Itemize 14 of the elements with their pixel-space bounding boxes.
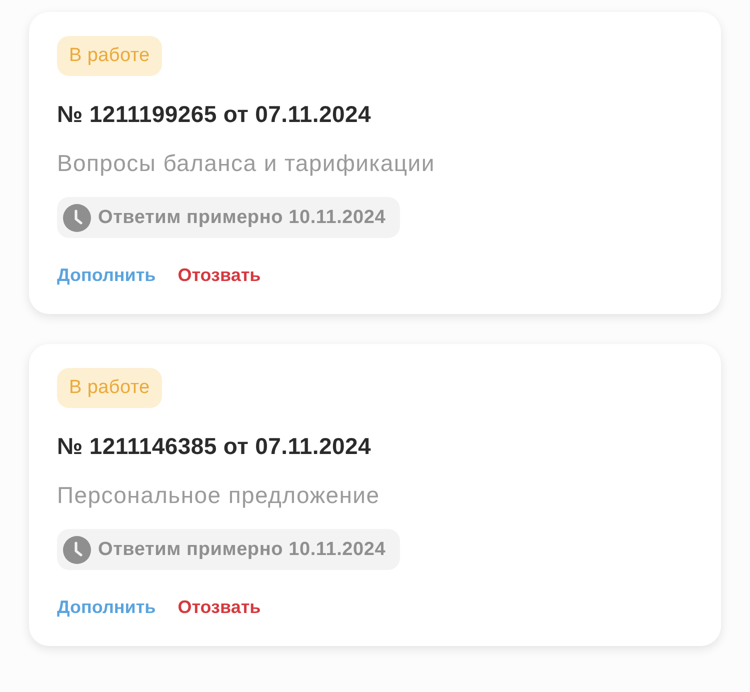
withdraw-link[interactable]: Отозвать <box>178 596 261 618</box>
eta-text: Ответим примерно 10.11.2024 <box>98 538 386 560</box>
clock-icon <box>63 536 91 564</box>
request-topic: Вопросы баланса и тарификации <box>57 149 435 177</box>
status-badge: В работе <box>57 36 162 76</box>
withdraw-link[interactable]: Отозвать <box>178 264 261 286</box>
add-link[interactable]: Дополнить <box>57 596 156 618</box>
eta-text: Ответим примерно 10.11.2024 <box>98 206 386 228</box>
request-title: № 1211146385 от 07.11.2024 <box>57 432 371 460</box>
status-badge: В работе <box>57 368 162 408</box>
add-link[interactable]: Дополнить <box>57 264 156 286</box>
request-title: № 1211199265 от 07.11.2024 <box>57 100 371 128</box>
request-topic: Персональное предложение <box>57 481 380 509</box>
clock-icon <box>63 204 91 232</box>
